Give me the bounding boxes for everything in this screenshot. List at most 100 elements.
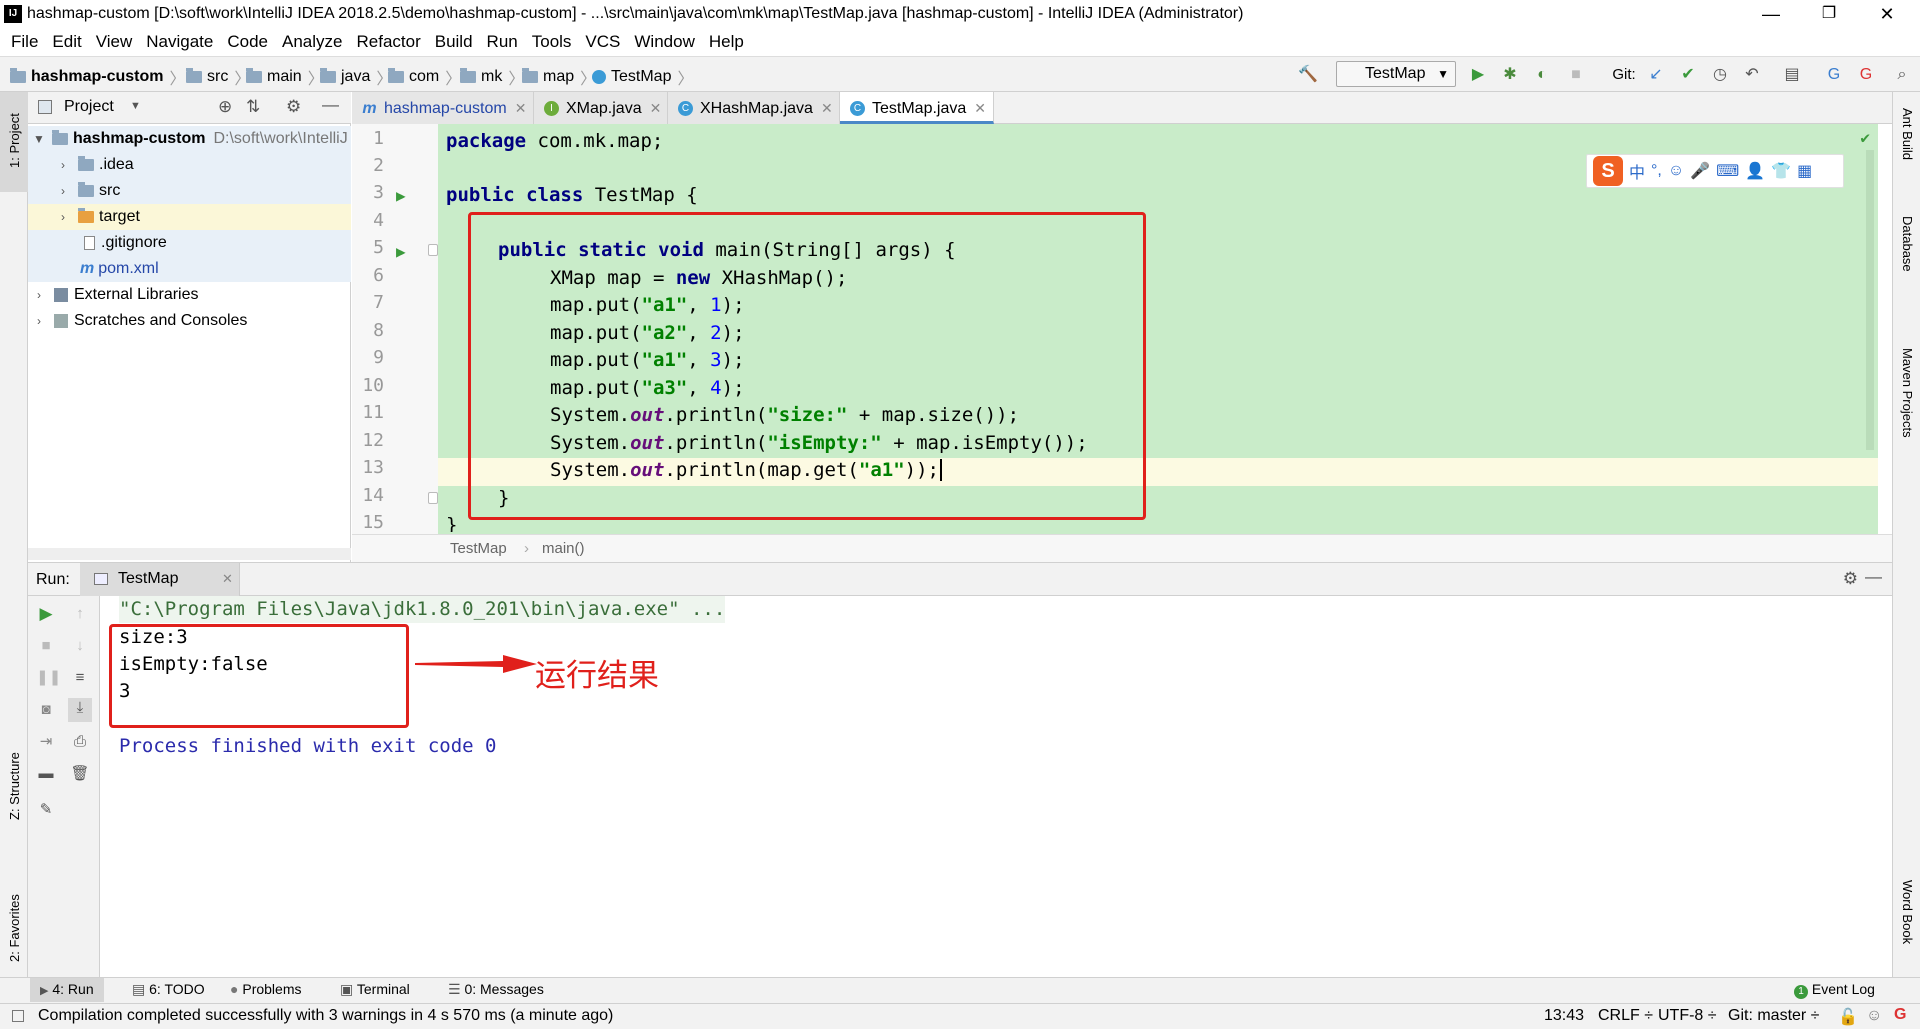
status-message[interactable]: Compilation completed successfully with … [38, 1007, 613, 1025]
menu-analyze[interactable]: Analyze [275, 32, 349, 52]
tree-item-scratches[interactable]: › Scratches and Consoles [28, 308, 351, 334]
lock-icon[interactable]: 🔓 [1838, 1007, 1858, 1027]
tree-item-external-libraries[interactable]: › External Libraries [28, 282, 351, 308]
stop-icon[interactable]: ■ [1566, 65, 1586, 85]
login-icon[interactable]: ⇥ [36, 732, 56, 752]
camera-icon[interactable]: ◙ [36, 700, 56, 720]
restore-button[interactable]: ❐ [1806, 2, 1852, 26]
word-book-tool-button[interactable]: Word Book [1900, 880, 1915, 944]
inspection-ok-icon[interactable]: ✔ [1860, 128, 1870, 147]
locate-icon[interactable]: ⊕ [218, 97, 232, 117]
soft-wrap-icon[interactable]: ≡ [70, 668, 90, 688]
breadcrumb-testmap[interactable]: TestMap 〉 [592, 65, 693, 89]
menu-tools[interactable]: Tools [525, 32, 579, 52]
keyboard-icon[interactable]: ⌨ [1716, 161, 1739, 181]
emoji-icon[interactable]: ☺ [1668, 162, 1684, 180]
fold-marker-icon[interactable] [428, 492, 438, 504]
file-encoding[interactable]: UTF-8 ÷ [1658, 1007, 1717, 1025]
ant-build-tool-button[interactable]: Ant Build [1900, 108, 1915, 160]
database-tool-button[interactable]: Database [1900, 216, 1915, 272]
translate-alt-icon[interactable]: G [1856, 65, 1876, 85]
tree-item-pom[interactable]: m pom.xml [28, 256, 351, 282]
tab-xhashmap[interactable]: C XHashMap.java ✕ [668, 92, 840, 124]
minimize-button[interactable]: — [1748, 2, 1794, 26]
down-arrow-icon[interactable]: ↓ [70, 636, 90, 656]
breadcrumb-src[interactable]: src 〉 [186, 65, 250, 89]
close-tab-icon[interactable]: ✕ [821, 100, 833, 116]
tree-item-src[interactable]: › src [28, 178, 351, 204]
menu-file[interactable]: File [4, 32, 45, 52]
breadcrumb-mk[interactable]: mk 〉 [460, 65, 524, 89]
pause-icon[interactable]: ❚❚ [36, 668, 61, 688]
maven-tool-button[interactable]: Maven Projects [1900, 348, 1915, 438]
tab-xmap[interactable]: I XMap.java ✕ [534, 92, 668, 124]
project-structure-icon[interactable]: ▤ [1782, 65, 1802, 85]
close-tab-icon[interactable]: ✕ [222, 571, 233, 587]
menu-build[interactable]: Build [428, 32, 480, 52]
tree-item-target[interactable]: › target [28, 204, 351, 230]
tab-testmap[interactable]: C TestMap.java ✕ [840, 92, 994, 124]
menu-help[interactable]: Help [702, 32, 751, 52]
print-icon[interactable]: ⎙ [70, 732, 90, 752]
breadcrumb-map[interactable]: map 〉 [522, 65, 596, 89]
run-tab-testmap[interactable]: TestMap ✕ [80, 563, 240, 596]
problems-tool-tab[interactable]: ● Problems [230, 981, 302, 997]
vertical-scrollbar[interactable] [1866, 150, 1874, 450]
menu-edit[interactable]: Edit [45, 32, 88, 52]
tab-hashmap-custom[interactable]: m hashmap-custom ✕ [352, 92, 534, 124]
menu-window[interactable]: Window [627, 32, 701, 52]
breadcrumb-project[interactable]: hashmap-custom 〉 [10, 65, 185, 89]
translate-icon[interactable]: G [1824, 65, 1844, 85]
fold-marker-icon[interactable] [428, 244, 438, 256]
menu-vcs[interactable]: VCS [578, 32, 627, 52]
menu-run[interactable]: Run [480, 32, 525, 52]
project-tool-button[interactable]: 1: Project [7, 113, 22, 168]
microphone-icon[interactable]: 🎤 [1690, 161, 1710, 181]
debug-icon[interactable]: ✱ [1500, 65, 1520, 85]
breadcrumb-com[interactable]: com 〉 [388, 65, 461, 89]
status-toggle-icon[interactable] [12, 1010, 24, 1022]
search-icon[interactable]: ⌕ [1892, 65, 1912, 85]
close-button[interactable]: ✕ [1864, 2, 1910, 26]
hide-icon[interactable]: — [1865, 567, 1882, 587]
git-update-icon[interactable]: ↙ [1646, 65, 1666, 85]
todo-tool-tab[interactable]: ▤ 6: TODO [132, 981, 205, 998]
git-branch[interactable]: Git: master ÷ [1728, 1007, 1819, 1025]
hide-icon[interactable]: — [322, 95, 339, 115]
scroll-to-end-icon[interactable]: ⤓ [68, 698, 92, 722]
run-tool-tab[interactable]: ▶ 4: Run [30, 978, 104, 1002]
pin-icon[interactable]: ✎ [36, 800, 56, 820]
editor-crumb-method[interactable]: main() [542, 540, 585, 557]
google-icon[interactable]: G [1894, 1006, 1906, 1024]
layout-icon[interactable]: ▬ [36, 764, 56, 784]
trash-icon[interactable]: 🗑 [70, 764, 90, 784]
project-panel-title[interactable]: Project [64, 98, 114, 116]
favorites-tool-button[interactable]: 2: Favorites [7, 894, 22, 962]
chevron-down-icon[interactable]: ▼ [130, 100, 141, 112]
event-log-tool-tab[interactable]: 1 Event Log [1794, 981, 1875, 999]
close-tab-icon[interactable]: ✕ [650, 100, 662, 116]
tree-item-root[interactable]: ▼ hashmap-custom D:\soft\work\IntelliJ [28, 126, 351, 152]
run-main-gutter-icon[interactable]: ▶ [396, 242, 406, 261]
gear-icon[interactable]: ⚙ [286, 97, 301, 117]
breadcrumb-java[interactable]: java 〉 [320, 65, 392, 89]
ime-chinese-mode[interactable]: 中 [1629, 159, 1645, 183]
messages-tool-tab[interactable]: ☰ 0: Messages [448, 981, 544, 998]
terminal-tool-tab[interactable]: ▣ Terminal [340, 981, 410, 998]
menu-navigate[interactable]: Navigate [139, 32, 220, 52]
gear-icon[interactable]: ⚙ [1843, 569, 1858, 589]
toolbox-icon[interactable]: ▦ [1797, 161, 1812, 181]
rerun-icon[interactable]: ▶ [36, 604, 56, 624]
ime-punctuation[interactable]: °, [1651, 162, 1662, 180]
sogou-logo[interactable]: S [1593, 156, 1623, 186]
revert-icon[interactable]: ↶ [1742, 65, 1762, 85]
history-icon[interactable]: ◷ [1710, 65, 1730, 85]
up-arrow-icon[interactable]: ↑ [70, 604, 90, 624]
editor-crumb-class[interactable]: TestMap [450, 540, 507, 557]
user-icon[interactable]: 👤 [1745, 161, 1765, 181]
caret-position[interactable]: 13:43 [1544, 1007, 1584, 1025]
run-icon[interactable]: ▶ [1468, 65, 1488, 85]
structure-tool-button[interactable]: Z: Structure [7, 752, 22, 820]
run-class-gutter-icon[interactable]: ▶ [396, 186, 406, 205]
stop-icon[interactable]: ■ [36, 636, 56, 656]
